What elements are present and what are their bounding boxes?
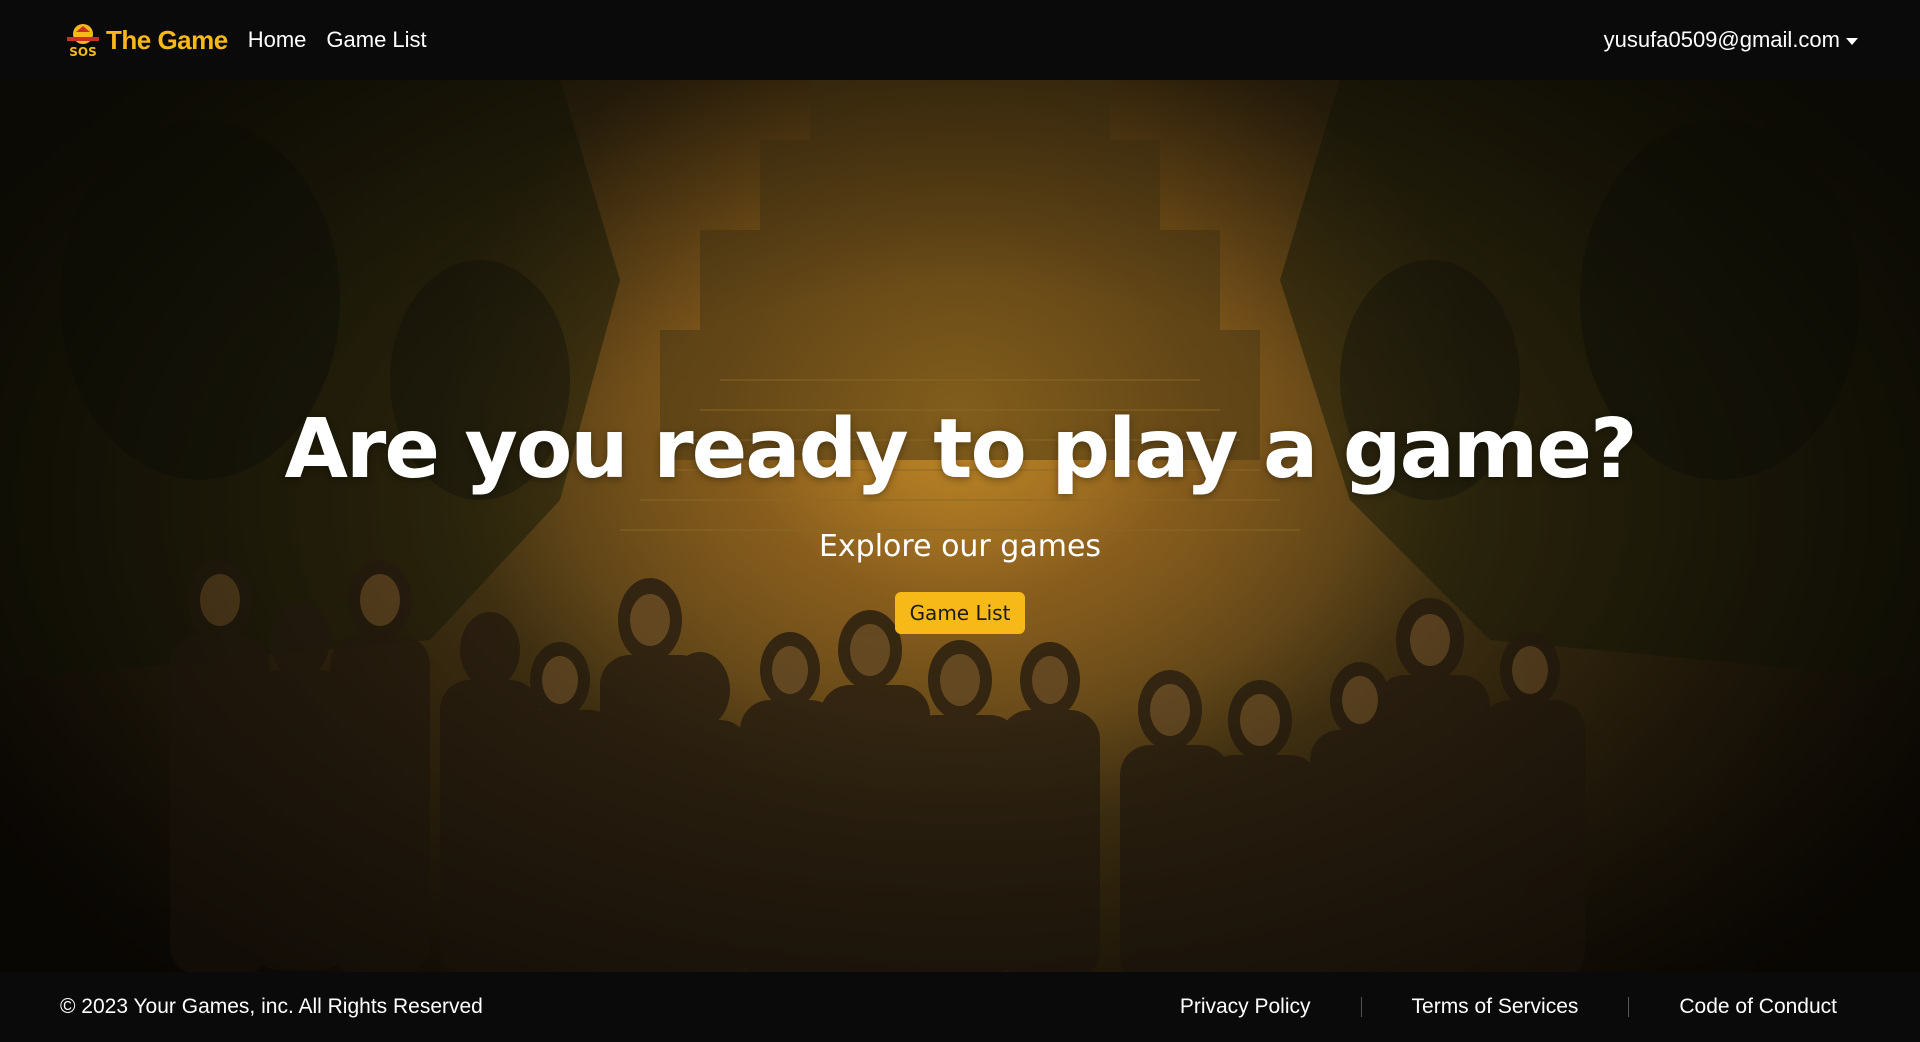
hero-subtitle: Explore our games	[818, 529, 1102, 564]
hero-section: Are you ready to play a game? Explore ou…	[0, 80, 1920, 972]
user-email: yusufa0509@gmail.com	[1603, 27, 1840, 52]
footer-divider	[1360, 997, 1362, 1017]
page-footer: © 2023 Your Games, inc. All Rights Reser…	[0, 972, 1920, 1042]
brand-link[interactable]: SOS The Game	[64, 20, 228, 60]
footer-links: Privacy Policy Terms of Services Code of…	[1180, 972, 1837, 1042]
brand-name: The Game	[106, 24, 228, 55]
copyright-text: © 2023 Your Games, inc. All Rights Reser…	[60, 995, 483, 1018]
sos-logo: SOS	[67, 24, 99, 59]
footer-link-terms-of-services[interactable]: Terms of Services	[1412, 995, 1579, 1019]
footer-divider	[1628, 997, 1630, 1017]
nav-link-game-list[interactable]: Game List	[326, 27, 426, 53]
hero-title: Are you ready to play a game?	[284, 402, 1637, 497]
top-navbar: SOS The Game Home Game List yusufa0509@g…	[0, 0, 1920, 80]
logo-text: SOS	[69, 45, 97, 59]
hero-content: Are you ready to play a game? Explore ou…	[0, 80, 1920, 972]
user-menu-dropdown[interactable]: yusufa0509@gmail.com	[1604, 27, 1858, 53]
footer-link-code-of-conduct[interactable]: Code of Conduct	[1679, 995, 1837, 1019]
caret-down-icon	[1846, 37, 1858, 45]
game-list-button[interactable]: Game List	[894, 592, 1026, 634]
footer-link-privacy-policy[interactable]: Privacy Policy	[1180, 995, 1311, 1019]
nav-link-home[interactable]: Home	[248, 27, 307, 53]
